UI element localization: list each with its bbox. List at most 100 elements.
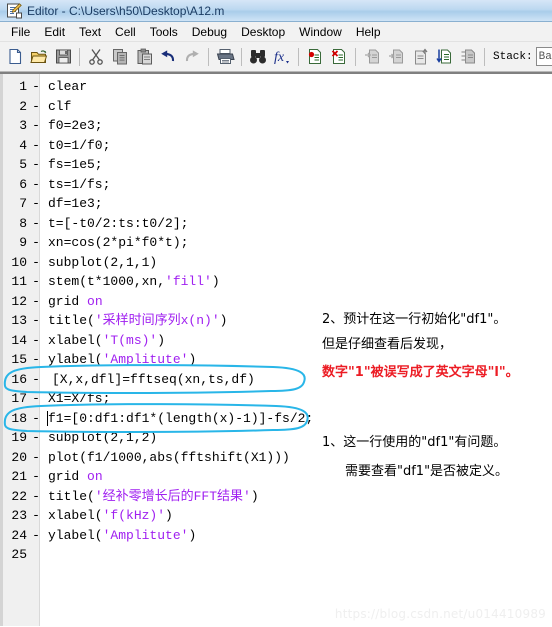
line-text: grid on [48,467,103,487]
string-literal: 'f(kHz)' [102,508,166,523]
code-line[interactable]: 22 - title('经补零增长后的FFT结果') [0,487,552,507]
line-executable-dash: - [32,157,40,172]
menu-item-edit[interactable]: Edit [37,23,72,41]
code-line[interactable]: 17 - X1=X/fs; [0,389,552,409]
string-literal: 'Amplitute' [102,527,189,543]
code-lines-container[interactable]: 1 - clear 2 - clf 3 - f0=2e3; 4 - t0=1/f… [0,74,552,626]
line-executable-dash: - [32,235,40,250]
code-line[interactable]: 3 - f0=2e3; [0,116,552,136]
code-line[interactable]: 5 - fs=1e5; [0,155,552,175]
code-fragment: xlabel( [48,332,103,348]
toolbar-separator [484,47,485,66]
note-2-line-1: 2、预计在这一行初始化"df1"。 [322,312,507,327]
stack-label: Stack: [493,50,533,63]
line-number: 17 [11,391,27,406]
step-icon[interactable] [360,45,384,69]
title-bar: Editor - C:\Users\h50\Desktop\A12.m [0,0,552,22]
line-text: title('采样时间序列x(n)') [48,311,227,331]
toolbar-separator [298,47,299,66]
code-fragment: ) [165,508,173,523]
exit-debug-icon[interactable] [456,45,480,69]
set-breakpoint-icon[interactable] [303,45,327,69]
step-out-icon[interactable] [408,45,432,69]
clear-breakpoints-icon[interactable] [327,45,351,69]
menu-item-tools[interactable]: Tools [143,23,185,41]
code-line[interactable]: 2 - clf [0,97,552,117]
code-line[interactable]: 6 - ts=1/fs; [0,175,552,195]
code-line[interactable]: 7 - df=1e3; [0,194,552,214]
line-text: plot(f1/1000,abs(fftshift(X1))) [48,449,290,465]
line-text: [X,x,dfl]=fftseq(xn,ts,df) [52,371,255,387]
cut-scissors-icon[interactable] [84,45,108,69]
step-in-icon[interactable] [384,45,408,69]
line-number: 2 [19,98,27,114]
code-line[interactable]: 11 - stem(t*1000,xn,'fill') [0,272,552,292]
line-text: f1=[0:df1:df1*(length(x)-1)]-fs/2; [48,410,314,426]
toolbar-separator [241,47,242,66]
new-file-icon[interactable] [3,45,27,69]
line-text: subplot(2,1,2) [48,430,158,445]
keyword-token: on [87,469,103,484]
menu-item-text[interactable]: Text [72,23,108,41]
line-number: 23 [11,508,27,523]
line-executable-dash: - [32,430,40,445]
function-fx-icon[interactable]: fx [270,45,294,69]
line-number: 3 [19,118,27,133]
line-executable-dash: - [32,352,40,367]
line-text: ylabel('Amplitute') [48,350,196,370]
code-fragment: grid [48,293,88,309]
line-number: 8 [19,215,27,231]
line-text: grid on [48,292,103,312]
find-binoculars-icon[interactable] [246,45,270,69]
line-number: 16 [11,371,27,387]
code-line[interactable]: 10 - subplot(2,1,1) [0,253,552,273]
menu-item-debug[interactable]: Debug [185,23,234,41]
code-fragment: grid [48,469,88,484]
code-line[interactable]: 4 - t0=1/f0; [0,136,552,156]
menu-item-cell[interactable]: Cell [108,23,143,41]
code-line[interactable]: 25 [0,545,552,565]
line-executable-dash: - [32,98,40,114]
line-text: xlabel('f(kHz)') [48,506,173,526]
line-executable-dash: - [32,410,40,426]
redo-arrow-icon[interactable] [180,45,204,69]
menu-bar: File Edit Text Cell Tools Debug Desktop … [0,22,552,42]
menu-item-window[interactable]: Window [292,23,349,41]
code-line[interactable]: 14 - xlabel('T(ms)') [0,331,552,351]
code-fragment: xlabel( [48,508,103,523]
note-1-line-1: 1、这一行使用的"df1"有问题。 [322,435,507,450]
print-icon[interactable] [213,45,237,69]
line-executable-dash: - [32,137,40,153]
menu-item-help[interactable]: Help [349,23,388,41]
line-text: ts=1/fs; [48,176,111,192]
menu-item-file[interactable]: File [4,23,37,41]
code-fragment: ) [219,313,228,328]
code-line[interactable]: 18 - f1=[0:df1:df1*(length(x)-1)]-fs/2; [0,409,552,429]
keyword-token: on [87,293,103,309]
code-fragment: ) [157,332,166,348]
code-line[interactable]: 24 - ylabel('Amplitute') [0,526,552,546]
paste-icon[interactable] [132,45,156,69]
line-executable-dash: - [32,274,40,289]
line-number: 18 [11,410,27,426]
code-line[interactable]: 23 - xlabel('f(kHz)') [0,506,552,526]
code-fragment: ylabel( [48,352,103,367]
undo-arrow-icon[interactable] [156,45,180,69]
code-line[interactable]: 12 - grid on [0,292,552,312]
menu-item-desktop[interactable]: Desktop [234,23,292,41]
note-2-line-2: 但是仔细查看后发现， [322,337,453,352]
continue-icon[interactable] [432,45,456,69]
line-text: clf [48,98,72,114]
stack-dropdown[interactable]: Ba [535,47,552,66]
code-editor[interactable]: 1 - clear 2 - clf 3 - f0=2e3; 4 - t0=1/f… [0,72,552,626]
line-number: 24 [11,527,27,543]
copy-icon[interactable] [108,45,132,69]
save-icon[interactable] [51,45,75,69]
open-folder-icon[interactable] [27,45,51,69]
line-executable-dash: - [32,527,40,543]
line-number: 25 [11,547,27,562]
line-number: 20 [11,449,27,465]
code-line[interactable]: 8 - t=[-t0/2:ts:t0/2]; [0,214,552,234]
code-line[interactable]: 1 - clear [0,77,552,97]
code-line[interactable]: 9 - xn=cos(2*pi*f0*t); [0,233,552,253]
